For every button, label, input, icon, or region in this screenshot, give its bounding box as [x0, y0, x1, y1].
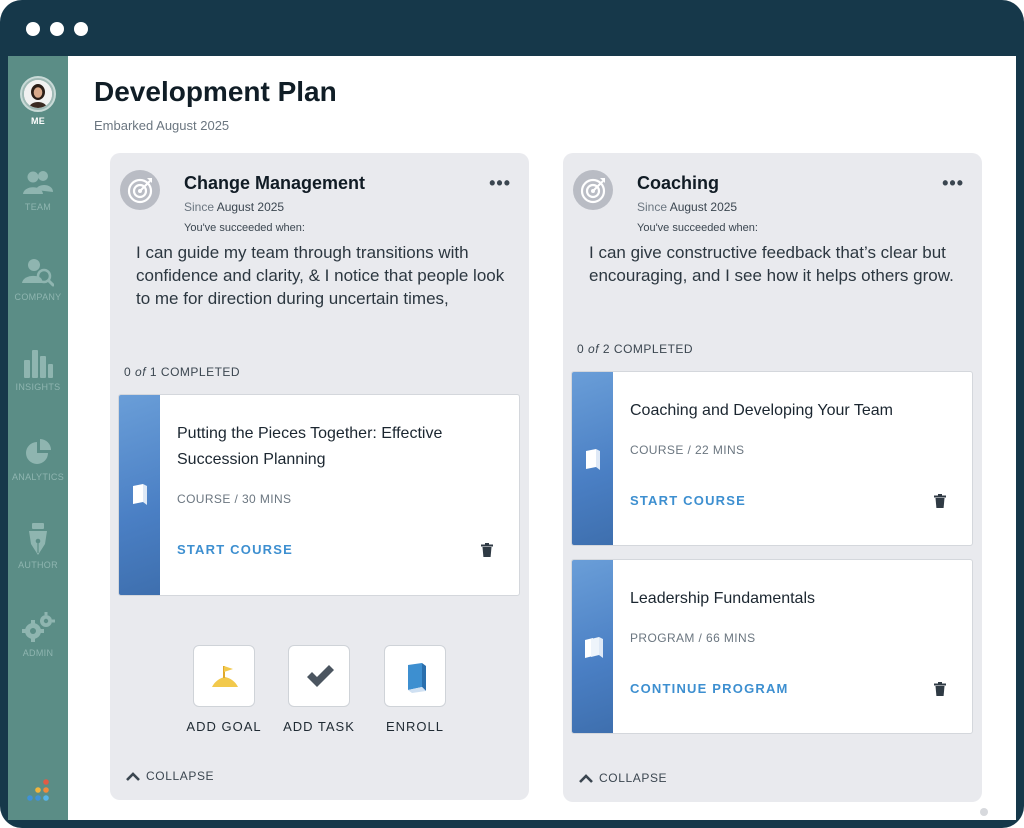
- sidebar-item-label: AUTHOR: [18, 560, 58, 570]
- goal-since-date: August 2025: [216, 200, 285, 214]
- sidebar-item-label: ANALYTICS: [11, 472, 65, 482]
- goal-progress: 0 of 2 COMPLETED: [577, 342, 693, 356]
- chevron-up-icon: [126, 772, 140, 781]
- goal-card-change-management: Change Management Since August 2025 ••• …: [110, 153, 529, 800]
- scroll-indicator[interactable]: [980, 808, 988, 816]
- add-task-label[interactable]: ADD TASK: [269, 719, 369, 734]
- goal-since: Since August 2025: [637, 200, 737, 214]
- start-course-button[interactable]: START COURSE: [630, 493, 746, 508]
- avatar[interactable]: [20, 76, 56, 112]
- goal-since: Since August 2025: [184, 200, 284, 214]
- course-card[interactable]: Putting the Pieces Together: Effective S…: [118, 394, 520, 596]
- course-title[interactable]: Coaching and Developing Your Team: [630, 398, 950, 424]
- sidebar-item-team[interactable]: TEAM: [8, 168, 68, 212]
- progress-done: 0: [124, 365, 132, 379]
- course-meta: COURSE / 22 MINS: [630, 443, 745, 457]
- goal-description: I can guide my team through transitions …: [136, 243, 505, 308]
- course-card[interactable]: Leadership Fundamentals PROGRAM / 66 MIN…: [571, 559, 973, 734]
- sidebar-item-label: INSIGHTS: [15, 382, 61, 392]
- enroll-button[interactable]: [384, 645, 446, 707]
- progress-total: 2: [602, 342, 611, 356]
- chevron-up-icon: [579, 774, 593, 783]
- course-meta: COURSE / 30 MINS: [177, 492, 292, 506]
- pie-chart-icon: [26, 439, 51, 464]
- page-title: Development Plan: [94, 76, 337, 107]
- goal-since-prefix: Since: [637, 200, 668, 214]
- continue-program-button[interactable]: CONTINUE PROGRAM: [630, 681, 789, 696]
- add-goal-label[interactable]: ADD GOAL: [174, 719, 274, 734]
- sidebar-item-label: TEAM: [24, 202, 52, 212]
- program-books-icon: [585, 637, 603, 658]
- goal-target-icon: [573, 170, 613, 210]
- progress-of: of: [135, 365, 147, 379]
- window-controls: [26, 22, 88, 36]
- sidebar-item-admin[interactable]: ADMIN: [8, 612, 68, 658]
- course-thumbnail: [119, 395, 160, 595]
- goal-title: Change Management: [184, 173, 366, 193]
- sidebar-item-analytics[interactable]: ANALYTICS: [8, 438, 68, 482]
- book-icon: [133, 484, 147, 505]
- bar-chart-icon: [24, 350, 53, 378]
- goal-target-icon: [120, 170, 160, 210]
- sidebar-item-me[interactable]: ME: [8, 76, 68, 126]
- progress-suffix: COMPLETED: [160, 365, 241, 379]
- goal-since-prefix: Since: [184, 200, 215, 214]
- progress-suffix: COMPLETED: [613, 342, 694, 356]
- app-window: ME TEAM COMPANY INSIGHTS ANALYTICS AUTHO…: [0, 0, 1024, 828]
- add-goal-button[interactable]: [193, 645, 255, 707]
- goal-description: I can give constructive feedback that’s …: [589, 243, 954, 285]
- trash-icon[interactable]: [934, 682, 946, 696]
- goal-success-label: You've succeeded when:: [184, 222, 305, 234]
- add-task-button[interactable]: [288, 645, 350, 707]
- company-search-icon: [22, 259, 54, 287]
- gears-icon: [22, 612, 55, 642]
- page-subtitle: Embarked August 2025: [94, 118, 230, 133]
- progress-of: of: [588, 342, 600, 356]
- start-course-button[interactable]: START COURSE: [177, 542, 293, 557]
- progress-done: 0: [577, 342, 585, 356]
- sidebar-item-label: ADMIN: [22, 648, 54, 658]
- sidebar-item-label: COMPANY: [14, 292, 62, 302]
- checkmark-icon: [307, 665, 334, 687]
- sidebar-item-author[interactable]: AUTHOR: [8, 522, 68, 570]
- trash-icon[interactable]: [934, 494, 946, 508]
- window-dot-icon[interactable]: [26, 22, 40, 36]
- progress-total: 1: [149, 365, 158, 379]
- sidebar-item-insights[interactable]: INSIGHTS: [8, 346, 68, 392]
- course-title[interactable]: Putting the Pieces Together: Effective S…: [177, 421, 497, 473]
- course-thumbnail: [572, 560, 613, 733]
- enroll-label[interactable]: ENROLL: [365, 719, 465, 734]
- trash-icon[interactable]: [481, 543, 493, 557]
- team-icon: [23, 171, 53, 194]
- more-options-icon[interactable]: •••: [489, 173, 511, 194]
- course-card[interactable]: Coaching and Developing Your Team COURSE…: [571, 371, 973, 546]
- collapse-label: COLLAPSE: [599, 771, 668, 785]
- goal-title: Coaching: [637, 173, 720, 193]
- book-icon: [586, 449, 600, 470]
- course-meta: PROGRAM / 66 MINS: [630, 631, 756, 645]
- goal-progress: 0 of 1 COMPLETED: [124, 365, 240, 379]
- app-screen: ME TEAM COMPANY INSIGHTS ANALYTICS AUTHO…: [8, 56, 1016, 820]
- flag-icon: [212, 666, 238, 687]
- book-icon: [408, 663, 426, 693]
- goal-success-label: You've succeeded when:: [637, 222, 758, 234]
- brand-logo-icon: [27, 779, 49, 801]
- course-thumbnail: [572, 372, 613, 545]
- pen-nib-icon: [29, 523, 47, 555]
- goal-since-date: August 2025: [669, 200, 738, 214]
- collapse-button[interactable]: COLLAPSE: [579, 771, 667, 785]
- avatar-photo: [24, 80, 52, 108]
- sidebar: ME TEAM COMPANY INSIGHTS ANALYTICS AUTHO…: [8, 56, 68, 820]
- sidebar-item-company[interactable]: COMPANY: [8, 256, 68, 302]
- course-title[interactable]: Leadership Fundamentals: [630, 586, 950, 612]
- collapse-button[interactable]: COLLAPSE: [126, 769, 214, 783]
- window-dot-icon[interactable]: [50, 22, 64, 36]
- goal-card-coaching: Coaching Since August 2025 ••• You've su…: [563, 153, 982, 802]
- window-dot-icon[interactable]: [74, 22, 88, 36]
- collapse-label: COLLAPSE: [146, 769, 215, 783]
- more-options-icon[interactable]: •••: [942, 173, 964, 194]
- sidebar-item-label: ME: [30, 116, 46, 126]
